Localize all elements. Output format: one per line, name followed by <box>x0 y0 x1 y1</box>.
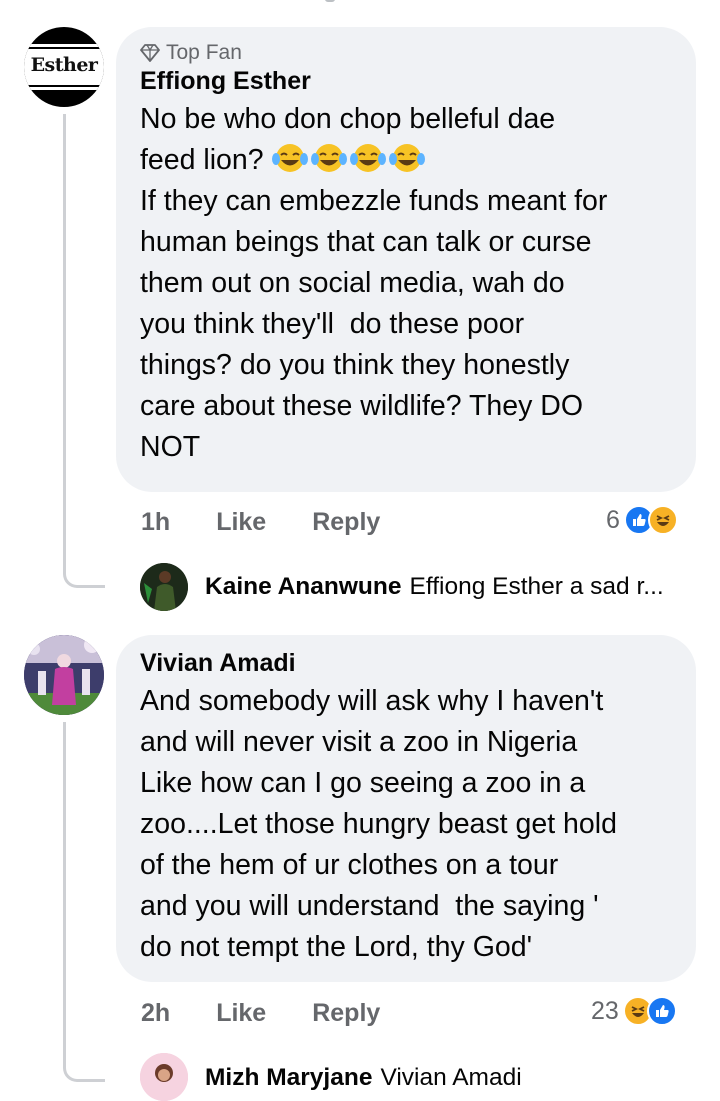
reply-author: Kaine Ananwune <box>205 573 402 600</box>
comment-actions: 2h Like Reply <box>141 996 426 1030</box>
comment-author[interactable]: Vivian Amadi <box>140 647 670 679</box>
reply-author: Mizh Maryjane <box>205 1064 373 1091</box>
badge-label: Top Fan <box>166 41 242 64</box>
laughing-emoji-group <box>271 143 425 173</box>
laughing-emoji-icon <box>271 144 308 172</box>
reply-avatar[interactable] <box>140 563 188 611</box>
thread-connector <box>63 1046 105 1082</box>
reply-preview-text: Effiong Esther a sad r... <box>409 573 664 600</box>
thread-line <box>63 722 66 1062</box>
comment-timestamp[interactable]: 1h <box>141 508 170 537</box>
comment-line: feed lion? <box>140 144 264 176</box>
reaction-summary[interactable]: 23 <box>591 994 677 1028</box>
comment-bubble: Vivian Amadi And somebody will ask why I… <box>116 635 696 982</box>
comment-bubble: Top Fan Effiong Esther No be who don cho… <box>116 27 696 492</box>
reply-preview[interactable]: Kaine Ananwune Effiong Esther a sad r... <box>205 569 664 605</box>
reaction-count: 23 <box>591 996 619 1025</box>
avatar[interactable]: Esther <box>24 27 104 107</box>
reply-preview[interactable]: Mizh Maryjane Vivian Amadi <box>205 1060 522 1096</box>
reply-avatar[interactable] <box>140 1053 188 1101</box>
thread-line <box>63 114 66 564</box>
laughing-emoji-icon <box>388 144 425 172</box>
thread-connector <box>63 550 105 588</box>
comment-line: No be who don chop belleful dae <box>140 103 556 135</box>
reaction-count: 6 <box>606 505 620 534</box>
avatar[interactable] <box>24 635 104 715</box>
laughing-emoji-icon <box>349 144 386 172</box>
diamond-icon <box>140 44 160 62</box>
haha-icon <box>647 505 678 535</box>
reaction-summary[interactable]: 6 <box>606 503 678 537</box>
laughing-emoji-icon <box>310 144 347 172</box>
like-button[interactable]: Like <box>216 999 266 1028</box>
avatar-label: Esther <box>30 54 98 76</box>
like-icon <box>646 996 677 1026</box>
comment-text: And somebody will ask why I haven't and … <box>140 685 617 963</box>
reply-button[interactable]: Reply <box>312 508 380 537</box>
like-button[interactable]: Like <box>216 508 266 537</box>
comment-timestamp[interactable]: 2h <box>141 999 170 1028</box>
comment-actions: 1h Like Reply <box>141 505 426 539</box>
reply-preview-text: Vivian Amadi <box>380 1064 522 1091</box>
reply-button[interactable]: Reply <box>312 999 380 1028</box>
scroll-indicator <box>325 0 335 2</box>
comment-line: If they can embezzle funds meant for hum… <box>140 185 608 463</box>
comment-author[interactable]: Effiong Esther <box>140 65 670 97</box>
comment-text: No be who don chop belleful dae feed lio… <box>140 99 670 468</box>
top-fan-badge: Top Fan <box>140 41 670 65</box>
